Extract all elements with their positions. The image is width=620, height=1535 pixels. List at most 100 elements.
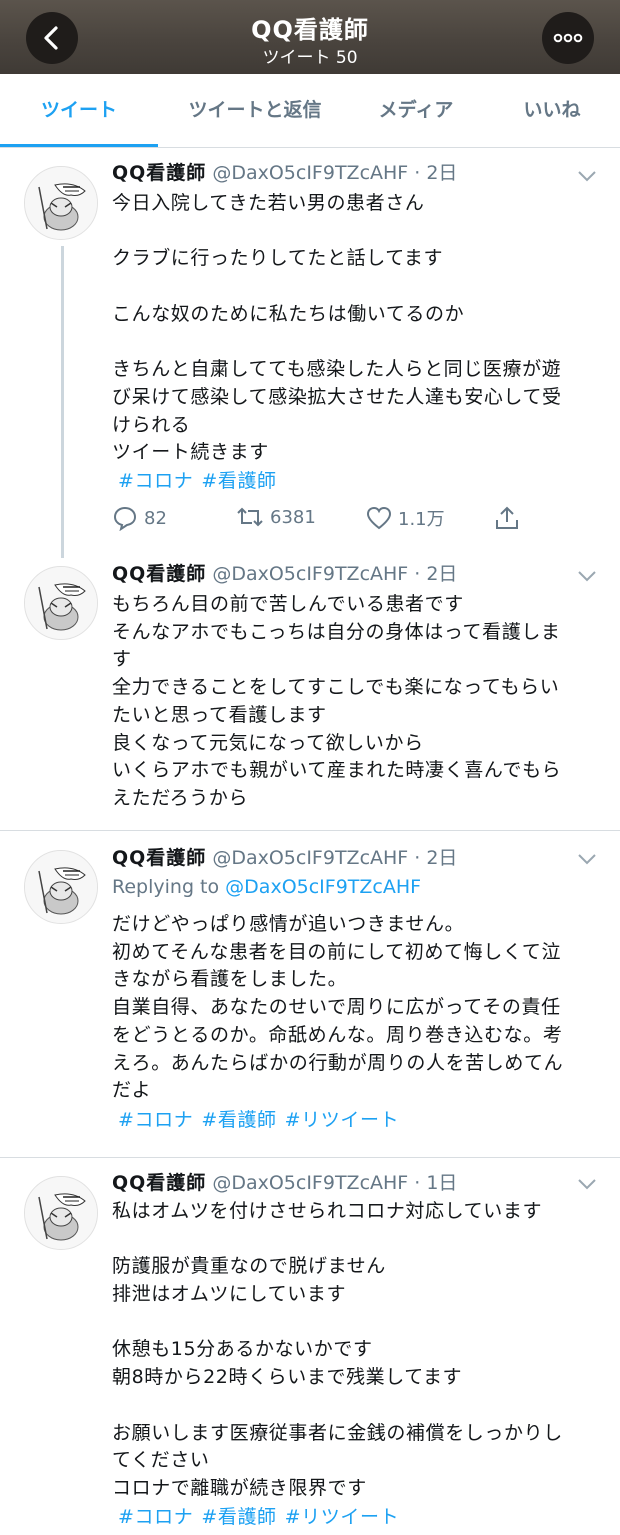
author-handle-time[interactable]: @DaxO5cIF9TZcAHF · 2日: [212, 847, 457, 869]
tweet-line: [112, 1226, 592, 1254]
hashtag-link[interactable]: #リツイート: [285, 1109, 400, 1131]
tweet-actions: 82 6381 1.1万: [112, 505, 532, 535]
tweet-text: 私はオムツを付けさせられコロナ対応しています 防護服が貴重なので脱げません 排泄…: [112, 1198, 592, 1503]
tweet-line: たいと思って看護します: [112, 703, 327, 726]
tweet-line: [112, 1392, 592, 1420]
avatar[interactable]: [24, 1176, 98, 1250]
manga-character-avatar-icon: [25, 567, 97, 639]
tab-media[interactable]: メディア: [352, 74, 480, 146]
author-name[interactable]: QQ看護師: [112, 563, 206, 585]
tweet-line: 良くなって元気になって欲しいから: [112, 731, 424, 754]
author-handle-time[interactable]: @DaxO5cIF9TZcAHF · 2日: [212, 563, 457, 585]
replying-label: Replying to: [112, 876, 220, 898]
tweet-text: 今日入院してきた若い男の患者さん クラブに行ったりしてたと話してます こんな奴の…: [112, 190, 592, 467]
tweet-line: お願いします医療従事者に金銭の補償をしっかりし: [112, 1421, 563, 1444]
reply-icon: [113, 506, 137, 531]
tweet-line: クラブに行ったりしてたと話してます: [112, 247, 444, 270]
tweet-line: び呆けて感染して感染拡大させた人達も安心して受: [112, 385, 562, 408]
tweet-line: えただろうから: [112, 786, 249, 809]
author-handle-time[interactable]: @DaxO5cIF9TZcAHF · 1日: [212, 1172, 457, 1194]
heart-icon: [366, 506, 392, 530]
tweet-line: そんなアホでもこっちは自分の身体はって看護しま: [112, 620, 561, 643]
profile-tabs: ツイート ツイートと返信 メディア いいね: [0, 74, 620, 148]
profile-name: QQ看護師: [251, 16, 369, 44]
tweet-line: ツイート続きます: [112, 441, 269, 464]
hashtag-link[interactable]: #看護師: [201, 1109, 276, 1131]
hashtag-link[interactable]: #看護師: [201, 470, 276, 492]
tab-tweets-and-replies[interactable]: ツイートと返信: [170, 74, 340, 146]
tweet-line: 私はオムツを付けさせられコロナ対応しています: [112, 1200, 543, 1222]
tweet-line: てください: [112, 1449, 210, 1472]
tweet-line: 朝8時から22時くらいまで残業してます: [112, 1366, 463, 1389]
replying-handle-link[interactable]: @DaxO5cIF9TZcAHF: [225, 876, 421, 898]
like-count: 1.1万: [398, 509, 445, 530]
hashtag-link[interactable]: #コロナ: [118, 1109, 193, 1131]
chevron-down-icon[interactable]: [574, 1171, 600, 1197]
tweet-line: えろ。あんたらばかの行動が周りの人を苦しめてん: [112, 1051, 564, 1074]
tweet-header: QQ看護師 @DaxO5cIF9TZcAHF · 2日: [112, 561, 457, 587]
tweet-line: こんな奴のために私たちは働いてるのか: [112, 302, 465, 325]
tweet-line: 全力できることをしてすこしでも楽になってもらい: [112, 676, 560, 699]
tab-likes[interactable]: いいね: [498, 74, 606, 146]
more-options-button[interactable]: [542, 12, 594, 64]
hashtags: #コロナ #看護師: [118, 466, 285, 493]
tweet-line: 防護服が貴重なので脱げません: [112, 1255, 386, 1278]
hashtag-link[interactable]: #リツイート: [285, 1506, 400, 1528]
manga-character-avatar-icon: [25, 1177, 97, 1249]
tweet-header: QQ看護師 @DaxO5cIF9TZcAHF · 1日: [112, 1170, 457, 1196]
tweet-count: ツイート 50: [262, 48, 358, 68]
author-name[interactable]: QQ看護師: [112, 847, 206, 869]
tweet-line: きちんと自粛してても感染した人らと同じ医療が遊: [112, 358, 562, 381]
hashtags: #コロナ #看護師 #リツイート: [118, 1105, 407, 1132]
tweet-line: をどうとるのか。命舐めんな。周り巻き込むな。考: [112, 1023, 563, 1046]
avatar[interactable]: [24, 166, 98, 240]
reply-count: 82: [144, 507, 167, 529]
hashtag-link[interactable]: #コロナ: [118, 470, 193, 492]
manga-character-avatar-icon: [25, 851, 97, 923]
retweet-count: 6381: [270, 506, 316, 528]
share-icon: [496, 506, 518, 529]
tweet-line: 排泄はオムツにしています: [112, 1283, 347, 1306]
avatar[interactable]: [24, 566, 98, 640]
tab-tweets[interactable]: ツイート: [0, 74, 158, 146]
tweet-line: す: [112, 648, 132, 671]
author-name[interactable]: QQ看護師: [112, 1172, 206, 1194]
tweet-text: もちろん目の前で苦しんでいる患者です そんなアホでもこっちは自分の身体はって看護…: [112, 591, 592, 813]
hashtag-link[interactable]: #コロナ: [118, 1506, 193, 1528]
retweet-button[interactable]: 6381: [236, 505, 316, 529]
tweet-line: 自業自得、あなたのせいで周りに広がってその責任: [112, 996, 561, 1019]
tweet-line: だけどやっぱり感情が追いつきません。: [112, 913, 465, 935]
profile-header: QQ看護師 ツイート 50: [0, 0, 620, 74]
tweet-line: 初めてそんな患者を目の前にして初めて悔しくて泣: [112, 940, 562, 963]
tweet-line: いくらアホでも親がいて産まれた時凄く喜んでもら: [112, 759, 562, 782]
chevron-down-icon[interactable]: [574, 563, 600, 589]
more-dots-icon: [553, 33, 583, 43]
chevron-down-icon[interactable]: [574, 163, 600, 189]
tweet-header: QQ看護師 @DaxO5cIF9TZcAHF · 2日: [112, 160, 457, 186]
author-name[interactable]: QQ看護師: [112, 162, 206, 184]
tweet-line: もちろん目の前で苦しんでいる患者です: [112, 593, 464, 615]
tweet-line: [112, 273, 592, 301]
tweet-line: 休憩も15分あるかないかです: [112, 1338, 373, 1361]
active-tab-indicator: [0, 144, 158, 147]
replying-to: Replying to @DaxO5cIF9TZcAHF: [112, 876, 421, 898]
tweet-line: 今日入院してきた若い男の患者さん: [112, 192, 425, 214]
tweet-line: けられる: [112, 413, 191, 436]
tweet-line: だよ: [112, 1079, 152, 1102]
tweet-line: [112, 1309, 592, 1337]
chevron-down-icon[interactable]: [574, 846, 600, 872]
reply-button[interactable]: 82: [112, 505, 167, 531]
hashtags: #コロナ #看護師 #リツイート: [118, 1502, 407, 1529]
tweet-divider: [0, 1157, 620, 1158]
thread-line: [61, 246, 64, 558]
manga-character-avatar-icon: [25, 167, 97, 239]
author-handle-time[interactable]: @DaxO5cIF9TZcAHF · 2日: [212, 162, 457, 184]
hashtag-link[interactable]: #看護師: [201, 1506, 276, 1528]
tweet-text: だけどやっぱり感情が追いつきません。 初めてそんな患者を目の前にして初めて悔しく…: [112, 911, 592, 1105]
tweet-line: [112, 218, 592, 246]
retweet-icon: [237, 507, 263, 527]
tweet-line: [112, 328, 592, 356]
share-button[interactable]: [494, 505, 526, 531]
avatar[interactable]: [24, 850, 98, 924]
like-button[interactable]: 1.1万: [366, 505, 445, 531]
